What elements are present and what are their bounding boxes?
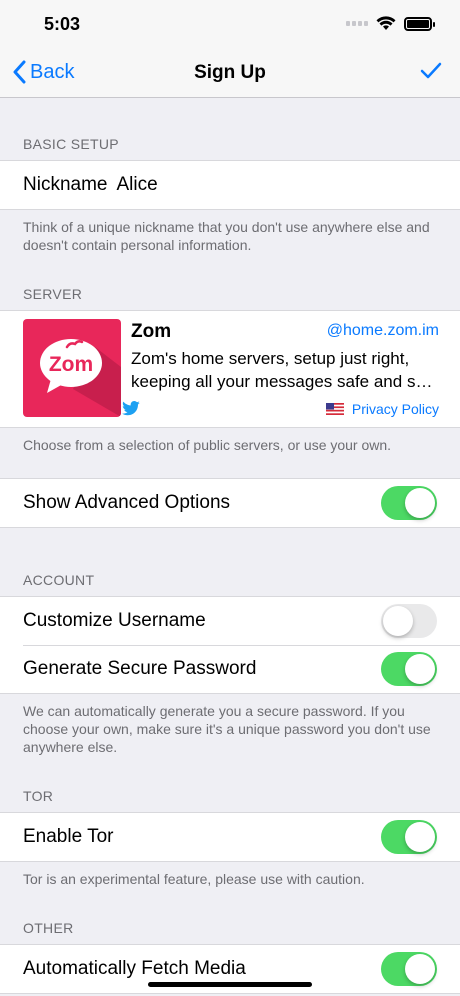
section-header-other: OTHER	[23, 920, 74, 936]
cellular-signal-icon	[346, 21, 368, 26]
server-logo: Zom	[23, 319, 121, 417]
us-flag-icon	[325, 403, 344, 415]
status-bar: 5:03	[0, 0, 460, 48]
basic-setup-footer: Think of a unique nickname that you don'…	[23, 219, 430, 253]
enable-tor-toggle[interactable]	[381, 820, 437, 854]
home-indicator	[148, 982, 312, 987]
account-footer: We can automatically generate you a secu…	[23, 703, 431, 755]
done-button[interactable]	[420, 62, 442, 85]
server-description-line-1: Zom's home servers, setup just right,	[131, 349, 410, 368]
server-footer: Choose from a selection of public server…	[23, 437, 392, 453]
checkmark-icon	[420, 62, 442, 79]
server-links: Privacy Policy	[121, 399, 439, 419]
twitter-icon[interactable]	[121, 401, 141, 417]
privacy-policy-link[interactable]: Privacy Policy	[325, 401, 439, 417]
status-time: 5:03	[44, 14, 81, 34]
section-header-tor: TOR	[23, 788, 54, 804]
server-group: Zom Zom @home.zom.im Zom's home servers,…	[0, 310, 460, 428]
section-header-server: SERVER	[23, 286, 83, 302]
automatically-fetch-media-label: Automatically Fetch Media	[23, 958, 246, 979]
advanced-group: Show Advanced Options	[0, 478, 460, 528]
tor-footer: Tor is an experimental feature, please u…	[23, 871, 365, 887]
show-advanced-options-toggle[interactable]	[381, 486, 437, 520]
logo-text: Zom	[49, 353, 93, 376]
customize-username-cell: Customize Username	[0, 597, 460, 645]
zom-logo-icon: Zom	[40, 339, 121, 417]
enable-tor-cell: Enable Tor	[0, 813, 460, 861]
enable-tor-label: Enable Tor	[23, 826, 114, 847]
navigation-bar: Back Sign Up	[0, 48, 460, 98]
account-group: Customize Username Generate Secure Passw…	[0, 596, 460, 694]
generate-secure-password-cell: Generate Secure Password	[0, 645, 460, 693]
battery-icon	[404, 16, 435, 31]
section-header-basic-setup: BASIC SETUP	[23, 136, 119, 152]
section-header-account: ACCOUNT	[23, 572, 95, 588]
status-icons	[346, 16, 435, 31]
nickname-field[interactable]: Alice	[116, 174, 157, 196]
customize-username-toggle[interactable]	[381, 604, 437, 638]
customize-username-label: Customize Username	[23, 610, 206, 631]
automatically-fetch-media-toggle[interactable]	[381, 952, 437, 986]
wifi-icon	[376, 16, 396, 30]
nickname-label: Nickname	[23, 174, 108, 195]
basic-setup-group: Nickname Alice	[0, 160, 460, 210]
tor-group: Enable Tor	[0, 812, 460, 862]
show-advanced-options-cell: Show Advanced Options	[0, 479, 460, 527]
server-description-line-2: keeping all your messages safe and so...	[131, 372, 439, 391]
page-title: Sign Up	[194, 62, 266, 83]
show-advanced-options-label: Show Advanced Options	[23, 492, 231, 513]
nickname-cell[interactable]: Nickname Alice	[0, 161, 460, 209]
generate-secure-password-toggle[interactable]	[381, 652, 437, 686]
server-description: Zom's home servers, setup just right, ke…	[131, 347, 439, 393]
privacy-policy-label: Privacy Policy	[351, 401, 439, 417]
generate-secure-password-label: Generate Secure Password	[23, 658, 257, 679]
server-info: Zom @home.zom.im Zom's home servers, set…	[121, 319, 439, 419]
server-domain: @home.zom.im	[326, 322, 439, 339]
server-cell[interactable]: Zom Zom @home.zom.im Zom's home servers,…	[0, 311, 460, 427]
